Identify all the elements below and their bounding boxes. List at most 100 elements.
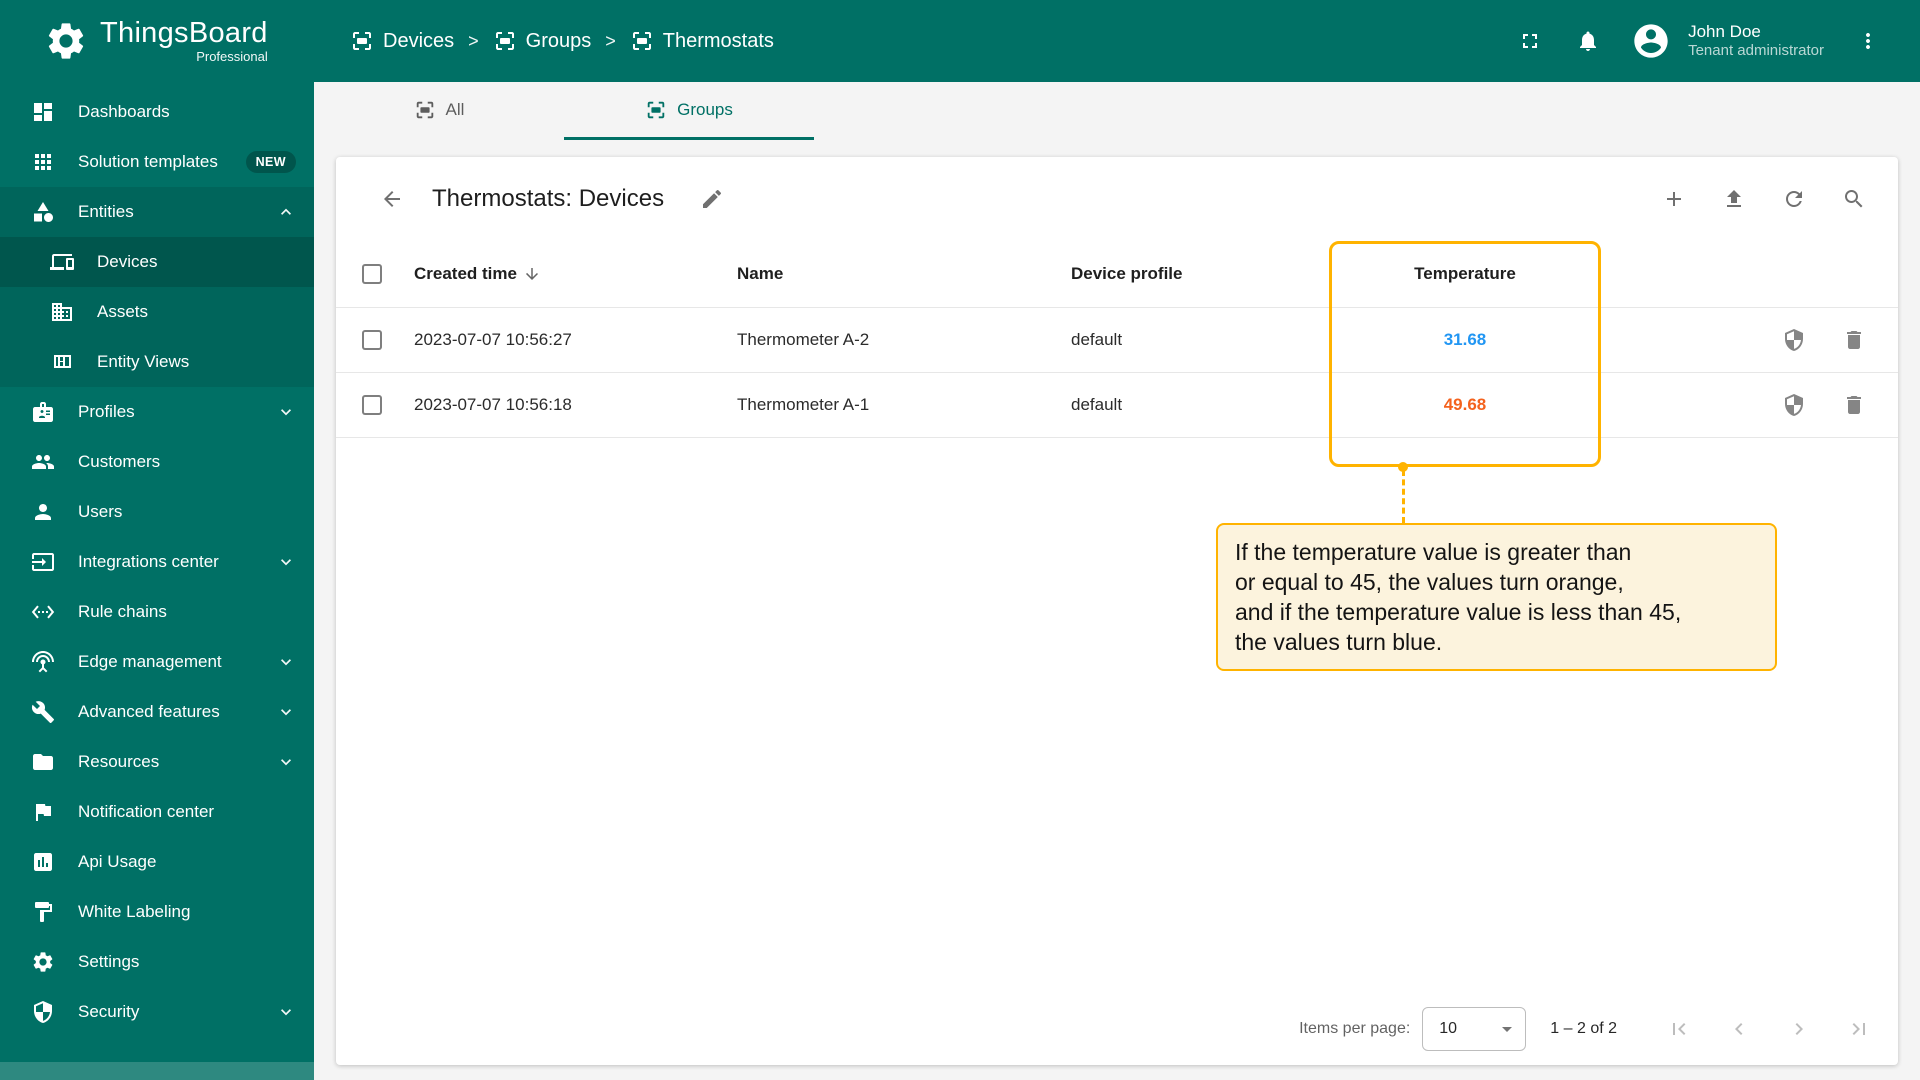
fullscreen-button[interactable] [1506,17,1554,65]
entity-views-icon [50,350,74,374]
user-role: Tenant administrator [1688,42,1824,60]
sidebar-item-entities[interactable]: Entities [0,187,314,237]
row-checkbox[interactable] [362,395,382,415]
chevron-down-icon [276,702,296,722]
advanced-features-icon [31,700,55,724]
arrow-back-icon [380,187,404,211]
items-per-page-label: Items per page: [1299,1020,1411,1037]
new-badge: NEW [245,151,296,173]
sidebar-item-edge-management[interactable]: Edge management [0,637,314,687]
breadcrumb-item-devices[interactable]: Devices [350,29,454,53]
sidebar-item-solution-templates[interactable]: Solution templates NEW [0,137,314,187]
table-pagination: Items per page: 10 1 – 2 of 2 [336,993,1898,1065]
annotation-line: and if the temperature value is less tha… [1235,599,1682,625]
cell-device-profile: default [1071,395,1123,414]
breadcrumb: Devices > Groups > Thermostats [350,29,774,53]
delete-device-button[interactable] [1834,385,1874,425]
tab-all[interactable]: All [314,82,564,140]
dashboards-icon [31,100,55,124]
sidebar-item-assets[interactable]: Assets [0,287,314,337]
sort-desc-arrow-icon [523,265,541,283]
sidebar-item-api-usage[interactable]: Api Usage [0,837,314,887]
search-icon [1842,187,1866,211]
select-all-checkbox[interactable] [362,264,382,284]
tab-groups[interactable]: Groups [564,82,814,140]
table-row[interactable]: 2023-07-07 10:56:18 Thermometer A-1 defa… [336,373,1898,438]
chevron-down-icon [276,752,296,772]
last-page-button[interactable] [1835,1005,1883,1053]
users-icon [31,500,55,524]
sidebar-item-resources[interactable]: Resources [0,737,314,787]
sidebar-item-devices[interactable]: Devices [0,237,314,287]
breadcrumb-item-groups[interactable]: Groups [493,29,592,53]
user-menu-button[interactable] [1844,17,1892,65]
sidebar-item-profiles[interactable]: Profiles [0,387,314,437]
chevron-left-icon [1727,1017,1751,1041]
last-page-icon [1847,1017,1871,1041]
sidebar-item-settings[interactable]: Settings [0,937,314,987]
first-page-icon [1667,1017,1691,1041]
sidebar-item-white-labeling[interactable]: White Labeling [0,887,314,937]
sidebar-item-customers[interactable]: Customers [0,437,314,487]
app-logo[interactable]: ThingsBoard Professional [0,18,314,64]
breadcrumb-label: Groups [525,29,592,52]
breadcrumb-label: Thermostats [662,29,774,52]
previous-page-button[interactable] [1715,1005,1763,1053]
main-content: All Groups Thermostats: Devices Created … [314,82,1920,1080]
device-credentials-button[interactable] [1774,320,1814,360]
column-header-created-time[interactable]: Created time [414,264,737,284]
temperature-annotation: If the temperature value is greater than… [1216,523,1777,671]
chevron-down-icon [276,552,296,572]
add-device-button[interactable] [1654,179,1694,219]
temperature-value: 31.68 [1443,330,1487,349]
column-header-name[interactable]: Name [737,264,1071,284]
device-credentials-button[interactable] [1774,385,1814,425]
card-header: Thermostats: Devices [336,157,1898,241]
notifications-button[interactable] [1564,17,1612,65]
dropdown-caret-icon [1495,1017,1519,1041]
shield-icon [1782,393,1806,417]
entity-group-tabs: All Groups [314,82,1920,140]
security-icon [31,1000,55,1024]
edit-group-button[interactable] [692,179,732,219]
row-checkbox[interactable] [362,330,382,350]
sidebar-item-users[interactable]: Users [0,487,314,537]
edge-management-icon [31,650,55,674]
sidebar-item-notification-center[interactable]: Notification center [0,787,314,837]
breadcrumb-item-thermostats[interactable]: Thermostats [630,29,774,53]
trash-icon [1842,328,1866,352]
trash-icon [1842,393,1866,417]
refresh-button[interactable] [1774,179,1814,219]
sidebar-item-dashboards[interactable]: Dashboards [0,87,314,137]
back-button[interactable] [372,179,412,219]
column-header-device-profile[interactable]: Device profile [1071,264,1329,284]
chevron-up-icon [276,202,296,222]
first-page-button[interactable] [1655,1005,1703,1053]
items-per-page-value: 10 [1439,1020,1458,1037]
column-header-temperature[interactable]: Temperature [1329,264,1601,284]
chevron-down-icon [276,402,296,422]
next-page-button[interactable] [1775,1005,1823,1053]
items-per-page-select[interactable]: 10 [1422,1007,1527,1051]
plus-icon [1662,187,1686,211]
sidebar-item-security[interactable]: Security [0,987,314,1037]
api-usage-icon [31,850,55,874]
sidebar-item-advanced-features[interactable]: Advanced features [0,687,314,737]
avatar-icon [1631,21,1671,61]
table-row[interactable]: 2023-07-07 10:56:27 Thermometer A-2 defa… [336,308,1898,373]
sidebar-item-rule-chains[interactable]: Rule chains [0,587,314,637]
profiles-icon [31,400,55,424]
search-button[interactable] [1834,179,1874,219]
kebab-menu-icon [1856,29,1880,53]
cell-created-time: 2023-07-07 10:56:27 [414,330,572,349]
avatar[interactable] [1630,20,1672,62]
pencil-icon [700,187,724,211]
import-button[interactable] [1714,179,1754,219]
white-labeling-icon [31,900,55,924]
sidebar-item-entity-views[interactable]: Entity Views [0,337,314,387]
sidebar-item-integrations-center[interactable]: Integrations center [0,537,314,587]
delete-device-button[interactable] [1834,320,1874,360]
entities-icon [31,200,55,224]
thingsboard-gear-logo-icon [44,19,88,63]
cell-device-profile: default [1071,330,1123,349]
